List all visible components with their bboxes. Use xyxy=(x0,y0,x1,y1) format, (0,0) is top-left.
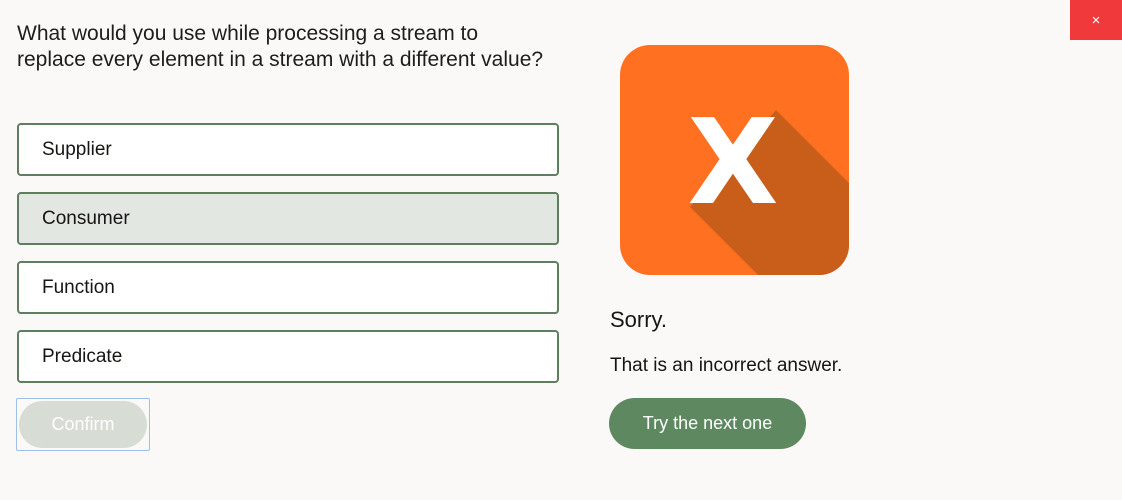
option-label: Consumer xyxy=(42,207,130,229)
answer-options: Supplier Consumer Function Predicate xyxy=(17,123,559,399)
option-function[interactable]: Function xyxy=(17,261,559,314)
x-letter: X xyxy=(688,93,779,231)
option-supplier[interactable]: Supplier xyxy=(17,123,559,176)
result-title: Sorry. xyxy=(610,307,668,332)
confirm-focus-ring: Confirm xyxy=(16,398,150,451)
option-predicate[interactable]: Predicate xyxy=(17,330,559,383)
option-label: Function xyxy=(42,276,115,298)
option-label: Predicate xyxy=(42,345,123,367)
option-consumer[interactable]: Consumer xyxy=(17,192,559,245)
close-button[interactable]: × xyxy=(1070,0,1122,40)
option-label: Supplier xyxy=(42,138,112,160)
result-message: That is an incorrect answer. xyxy=(610,355,843,376)
confirm-button[interactable]: Confirm xyxy=(19,401,147,448)
quiz-page: × What would you use while processing a … xyxy=(0,0,1122,500)
x-mark-icon: X xyxy=(620,45,849,275)
question-text: What would you use while processing a st… xyxy=(17,22,544,71)
try-next-button[interactable]: Try the next one xyxy=(609,398,806,449)
close-icon: × xyxy=(1091,11,1101,29)
